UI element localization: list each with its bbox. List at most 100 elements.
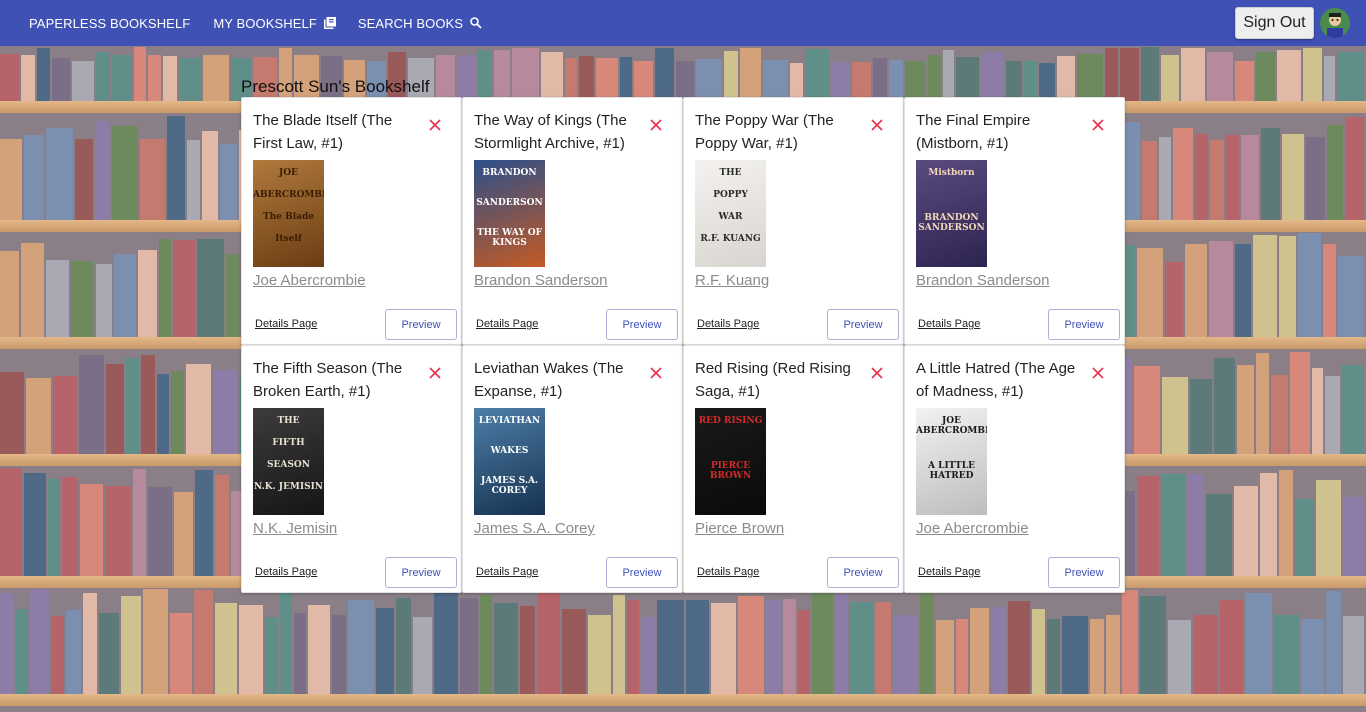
details-page-link[interactable]: Details Page (918, 318, 980, 330)
decorative-book-spine (185, 363, 212, 454)
book-title: Red Rising (Red Rising Saga, #1) (695, 360, 851, 400)
decorative-book-spine (804, 48, 830, 101)
decorative-book-spine (1323, 56, 1336, 101)
decorative-book-spine (782, 598, 796, 694)
book-author-link[interactable]: Joe Abercrombie (916, 520, 1029, 537)
decorative-book-spine (375, 608, 395, 694)
remove-book-close-icon[interactable] (428, 366, 442, 380)
details-page-link[interactable]: Details Page (476, 318, 538, 330)
decorative-book-spine (920, 593, 935, 694)
book-cover-image[interactable]: LEVIATHAN WAKES JAMES S.A. COREY (474, 408, 545, 515)
details-page-link[interactable]: Details Page (255, 318, 317, 330)
book-cover-image[interactable]: JOE ABERCROMBIE The Blade Itself (253, 160, 324, 267)
decorative-book-spine (214, 602, 238, 694)
details-page-link[interactable]: Details Page (697, 318, 759, 330)
decorative-book-spine (239, 604, 263, 694)
book-title: The Fifth Season (The Broken Earth, #1) (253, 360, 403, 400)
cover-text: JAMES S.A. COREY (480, 476, 539, 496)
remove-book-close-icon[interactable] (649, 118, 663, 132)
remove-book-close-icon[interactable] (428, 118, 442, 132)
remove-book-close-icon[interactable] (870, 366, 884, 380)
decorative-book-spine (120, 596, 142, 694)
preview-button[interactable]: Preview (1048, 309, 1120, 340)
cover-text: LEVIATHAN (478, 416, 541, 426)
book-author-link[interactable]: Brandon Sanderson (474, 272, 607, 289)
details-page-link[interactable]: Details Page (697, 566, 759, 578)
book-cover-image[interactable]: THE FIFTH SEASON N.K. JEMISIN (253, 408, 324, 515)
book-author-link[interactable]: Brandon Sanderson (916, 272, 1049, 289)
book-author-link[interactable]: N.K. Jemisin (253, 520, 337, 537)
decorative-book-spine (1046, 618, 1060, 694)
remove-book-close-icon[interactable] (870, 118, 884, 132)
book-title: The Final Empire (Mistborn, #1) (916, 112, 1031, 152)
preview-button[interactable]: Preview (827, 557, 899, 588)
user-avatar[interactable] (1320, 8, 1350, 38)
cover-text: THE (277, 416, 300, 426)
decorative-book-spine (167, 116, 185, 220)
book-author-link[interactable]: R.F. Kuang (695, 272, 769, 289)
details-page-link[interactable]: Details Page (255, 566, 317, 578)
decorative-book-spine (1327, 124, 1343, 220)
book-card: Red Rising (Red Rising Saga, #1) RED RISI… (683, 345, 904, 593)
decorative-book-spine (579, 56, 594, 101)
decorative-book-spine (612, 595, 625, 694)
book-cover-image[interactable]: THE POPPY WAR R.F. KUANG (695, 160, 766, 267)
decorative-book-spine (195, 470, 214, 576)
remove-book-close-icon[interactable] (1091, 366, 1105, 380)
bookshelf-grid: The Blade Itself (The First Law, #1) JOE A… (241, 97, 1126, 595)
decorative-book-spine (1162, 377, 1188, 454)
decorative-book-spine (83, 593, 97, 694)
decorative-book-spine (1311, 367, 1324, 454)
decorative-book-spine (905, 61, 926, 101)
remove-book-close-icon[interactable] (649, 366, 663, 380)
preview-button[interactable]: Preview (385, 309, 457, 340)
preview-button[interactable]: Preview (1048, 557, 1120, 588)
details-page-link[interactable]: Details Page (918, 566, 980, 578)
cover-text: THE WAY OF KINGS (476, 228, 543, 248)
decorative-book-spine (293, 613, 307, 694)
decorative-book-spine (1008, 600, 1030, 694)
cover-text: Itself (275, 234, 302, 244)
decorative-book-spine (969, 608, 990, 694)
book-author-link[interactable]: Joe Abercrombie (253, 272, 366, 289)
decorative-book-spine (141, 355, 156, 454)
book-cover-image[interactable]: RED RISING PIERCE BROWN (695, 408, 766, 515)
decorative-book-spine (95, 51, 111, 101)
decorative-book-spine (347, 599, 374, 694)
preview-button[interactable]: Preview (606, 309, 678, 340)
sign-out-button[interactable]: Sign Out (1235, 7, 1314, 39)
decorative-book-spine (61, 477, 78, 576)
preview-button[interactable]: Preview (827, 309, 899, 340)
decorative-book-spine (626, 599, 639, 694)
nav-brand-link[interactable]: PAPERLESS BOOKSHELF (29, 16, 190, 31)
preview-button[interactable]: Preview (606, 557, 678, 588)
cover-text: WAKES (490, 446, 529, 456)
book-cover-image[interactable]: JOE ABERCROMBIE A LITTLE HATRED (916, 408, 987, 515)
page-title: Prescott Sun's Bookshelf (241, 77, 430, 96)
nav-search-books-link[interactable]: SEARCH BOOKS (358, 16, 483, 31)
shelf-row (0, 588, 1366, 694)
book-author-link[interactable]: James S.A. Corey (474, 520, 595, 537)
decorative-book-spine (640, 616, 656, 694)
decorative-book-spine (1277, 49, 1301, 101)
decorative-book-spine (308, 604, 331, 694)
remove-book-close-icon[interactable] (1091, 118, 1105, 132)
decorative-book-spine (1105, 48, 1118, 101)
book-cover-image[interactable]: Mistborn BRANDON SANDERSON (916, 160, 987, 267)
book-author-link[interactable]: Pierce Brown (695, 520, 784, 537)
decorative-book-spine (1278, 236, 1297, 337)
decorative-book-spine (723, 50, 738, 101)
decorative-book-spine (147, 55, 161, 101)
decorative-book-spine (1316, 480, 1342, 576)
book-cover-image[interactable]: BRANDON SANDERSON THE WAY OF KINGS (474, 160, 545, 267)
decorative-book-spine (1241, 134, 1259, 220)
decorative-book-spine (1039, 62, 1055, 101)
preview-button[interactable]: Preview (385, 557, 457, 588)
nav-my-bookshelf-link[interactable]: MY BOOKSHELF (213, 16, 337, 31)
details-page-link[interactable]: Details Page (476, 566, 538, 578)
decorative-book-spine (23, 472, 46, 576)
decorative-book-spine (936, 619, 954, 694)
decorative-book-spine (1322, 243, 1336, 337)
cover-text: N.K. JEMISIN (253, 482, 324, 492)
decorative-book-spine (1137, 247, 1163, 337)
